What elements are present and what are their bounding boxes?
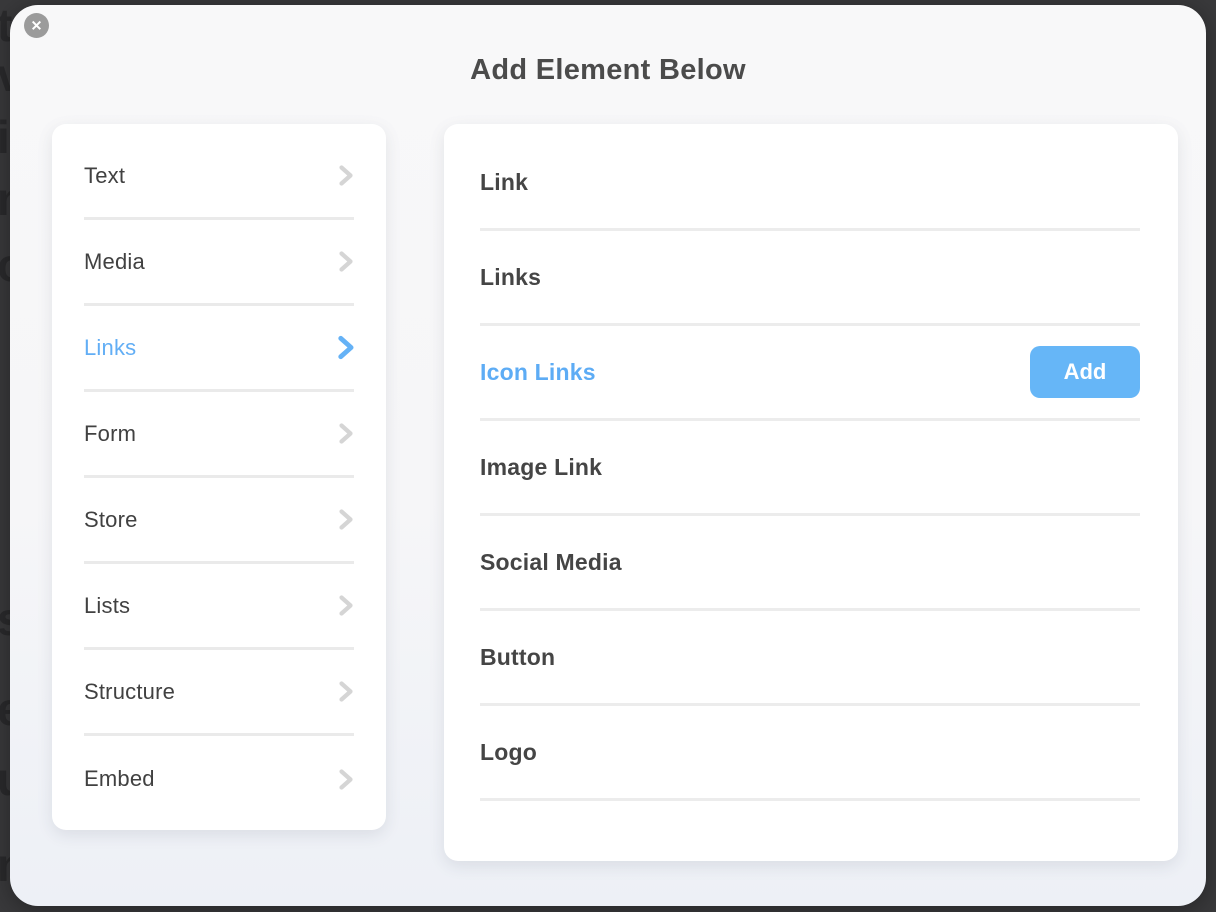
sidebar-item-label: Store	[84, 507, 138, 533]
sidebar-item-media[interactable]: Media	[84, 220, 354, 306]
add-button[interactable]: Add	[1030, 346, 1140, 398]
sidebar-item-form[interactable]: Form	[84, 392, 354, 478]
element-item-button[interactable]: Button	[480, 611, 1140, 706]
chevron-right-icon	[339, 423, 354, 444]
sidebar-item-lists[interactable]: Lists	[84, 564, 354, 650]
chevron-right-icon	[339, 769, 354, 790]
category-sidebar: Text Media Links Form Store Lists Struct…	[52, 124, 386, 830]
chevron-right-icon	[338, 335, 355, 359]
element-item-social-media[interactable]: Social Media	[480, 516, 1140, 611]
sidebar-item-text[interactable]: Text	[84, 134, 354, 220]
chevron-right-icon	[339, 595, 354, 616]
element-item-label: Image Link	[480, 454, 602, 481]
element-item-label: Links	[480, 264, 541, 291]
sidebar-item-embed[interactable]: Embed	[84, 736, 354, 822]
element-item-image-link[interactable]: Image Link	[480, 421, 1140, 516]
element-item-link[interactable]: Link	[480, 136, 1140, 231]
sidebar-item-label: Media	[84, 249, 145, 275]
chevron-right-icon	[339, 509, 354, 530]
chevron-right-icon	[339, 251, 354, 272]
sidebar-item-label: Embed	[84, 766, 155, 792]
close-icon: ✕	[31, 18, 43, 32]
element-item-label: Social Media	[480, 549, 622, 576]
element-item-label: Logo	[480, 739, 537, 766]
element-item-logo[interactable]: Logo	[480, 706, 1140, 801]
element-item-label: Icon Links	[480, 359, 596, 386]
add-element-modal: ✕ Add Element Below Text Media Links For…	[10, 5, 1206, 906]
backdrop-text-fragment: i	[0, 114, 10, 160]
close-button[interactable]: ✕	[24, 13, 49, 38]
sidebar-item-label: Links	[84, 335, 136, 361]
sidebar-item-label: Text	[84, 163, 125, 189]
element-item-links[interactable]: Links	[480, 231, 1140, 326]
element-item-label: Link	[480, 169, 528, 196]
modal-title: Add Element Below	[10, 54, 1206, 87]
sidebar-item-store[interactable]: Store	[84, 478, 354, 564]
sidebar-item-structure[interactable]: Structure	[84, 650, 354, 736]
chevron-right-icon	[339, 165, 354, 186]
chevron-right-icon	[339, 681, 354, 702]
element-item-icon-links[interactable]: Icon Links Add	[480, 326, 1140, 421]
sidebar-item-label: Structure	[84, 679, 175, 705]
element-list-panel: Link Links Icon Links Add Image Link Soc…	[444, 124, 1178, 861]
sidebar-item-links[interactable]: Links	[84, 306, 354, 392]
sidebar-item-label: Form	[84, 421, 136, 447]
element-item-label: Button	[480, 644, 555, 671]
sidebar-item-label: Lists	[84, 593, 130, 619]
